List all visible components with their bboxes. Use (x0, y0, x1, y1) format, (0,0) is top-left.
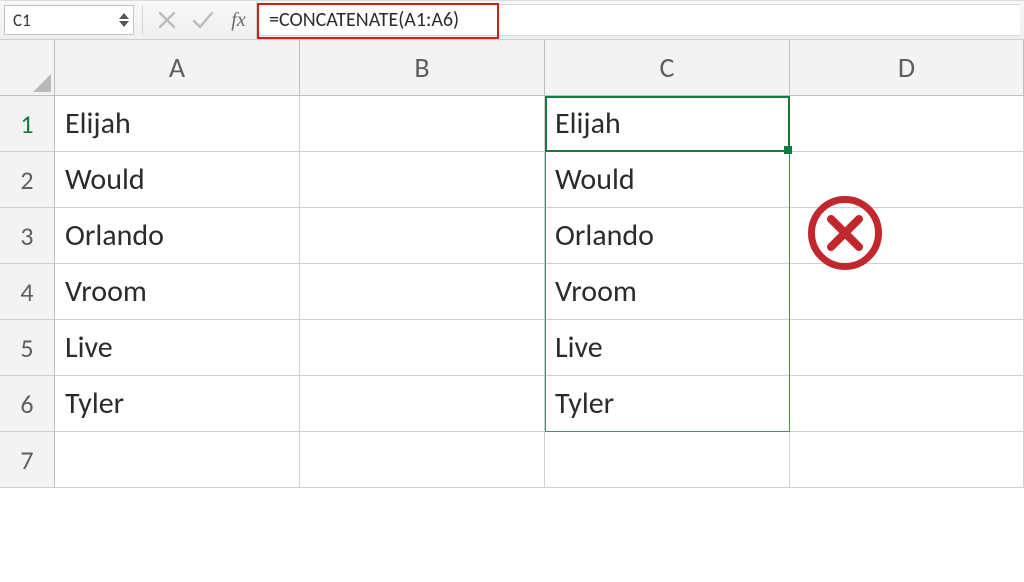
cell-D1[interactable] (790, 96, 1024, 152)
col-header-B[interactable]: B (300, 40, 545, 96)
cell-B6[interactable] (300, 376, 545, 432)
chevron-up-icon (119, 13, 129, 20)
row-4: 4 Vroom Vroom (0, 264, 1024, 320)
cell-B2[interactable] (300, 152, 545, 208)
row-header-3[interactable]: 3 (0, 208, 55, 264)
cell-D2[interactable] (790, 152, 1024, 208)
cell-C3[interactable]: Orlando (545, 208, 790, 264)
cell-B5[interactable] (300, 320, 545, 376)
row-1: 1 Elijah Elijah (0, 96, 1024, 152)
cell-A2[interactable]: Would (55, 152, 300, 208)
row-header-5[interactable]: 5 (0, 320, 55, 376)
name-box[interactable]: C1 (4, 5, 134, 35)
check-icon (192, 11, 214, 29)
cancel-button[interactable] (149, 1, 185, 39)
enter-button[interactable] (185, 1, 221, 39)
col-header-A[interactable]: A (55, 40, 300, 96)
chevron-down-icon (119, 20, 129, 27)
cell-C1[interactable]: Elijah (545, 96, 790, 152)
row-header-7[interactable]: 7 (0, 432, 55, 488)
cell-D6[interactable] (790, 376, 1024, 432)
cell-B3[interactable] (300, 208, 545, 264)
formula-text: =CONCATENATE(A1:A6) (269, 8, 459, 32)
cell-C2[interactable]: Would (545, 152, 790, 208)
cell-A5[interactable]: Live (55, 320, 300, 376)
cell-C5[interactable]: Live (545, 320, 790, 376)
name-box-value: C1 (13, 10, 31, 31)
cell-D7[interactable] (790, 432, 1024, 488)
separator (142, 5, 143, 35)
cell-B4[interactable] (300, 264, 545, 320)
column-headers: A B C D (0, 40, 1024, 96)
x-icon (158, 11, 176, 29)
formula-bar: C1 fx =CONCATENATE(A1:A6) (0, 0, 1024, 40)
select-all-corner[interactable] (0, 40, 55, 96)
fx-label[interactable]: fx (221, 1, 257, 39)
row-7: 7 (0, 432, 1024, 488)
name-box-stepper[interactable] (119, 13, 129, 27)
row-header-4[interactable]: 4 (0, 264, 55, 320)
x-icon (825, 213, 865, 253)
cell-D5[interactable] (790, 320, 1024, 376)
cell-A4[interactable]: Vroom (55, 264, 300, 320)
formula-input[interactable]: =CONCATENATE(A1:A6) (257, 4, 1020, 36)
row-5: 5 Live Live (0, 320, 1024, 376)
cell-B1[interactable] (300, 96, 545, 152)
col-header-C[interactable]: C (545, 40, 790, 96)
cell-A6[interactable]: Tyler (55, 376, 300, 432)
error-badge (808, 196, 882, 270)
cell-C6[interactable]: Tyler (545, 376, 790, 432)
row-header-6[interactable]: 6 (0, 376, 55, 432)
col-header-D[interactable]: D (790, 40, 1024, 96)
spreadsheet: A B C D 1 Elijah Elijah 2 Would Would 3 … (0, 40, 1024, 488)
cell-C7[interactable] (545, 432, 790, 488)
row-6: 6 Tyler Tyler (0, 376, 1024, 432)
cell-B7[interactable] (300, 432, 545, 488)
cell-A1[interactable]: Elijah (55, 96, 300, 152)
row-2: 2 Would Would (0, 152, 1024, 208)
cell-A7[interactable] (55, 432, 300, 488)
row-header-1[interactable]: 1 (0, 96, 55, 152)
row-header-2[interactable]: 2 (0, 152, 55, 208)
cell-A3[interactable]: Orlando (55, 208, 300, 264)
cell-C4[interactable]: Vroom (545, 264, 790, 320)
cell-D4[interactable] (790, 264, 1024, 320)
